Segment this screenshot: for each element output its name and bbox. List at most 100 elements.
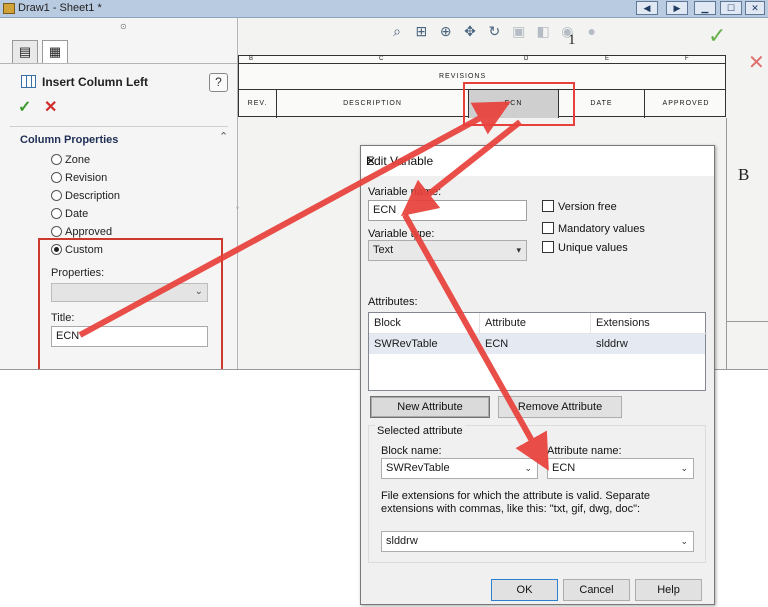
unique-values-checkbox[interactable]: Unique values (542, 241, 628, 254)
block-name-dropdown[interactable]: SWRevTable ⌄ (381, 458, 538, 479)
checkbox-icon (542, 200, 554, 212)
zone-letter: C (379, 56, 384, 62)
zoom-previous-icon[interactable]: ⊕ (437, 22, 455, 40)
edit-variable-dialog: Edit Variable ✕ Variable name: ECN Varia… (360, 145, 715, 605)
radio-revision[interactable]: Revision (51, 172, 107, 188)
cancel-button[interactable]: Cancel (563, 579, 630, 601)
zone-letter: D (524, 56, 529, 62)
grip-icon[interactable]: ⊙ (120, 22, 127, 31)
column-header-extensions[interactable]: Extensions (591, 313, 707, 334)
radio-description[interactable]: Description (51, 190, 120, 206)
attribute-name-dropdown[interactable]: ECN ⌄ (547, 458, 694, 479)
table-row[interactable]: SWRevTable ECN slddrw (369, 334, 705, 354)
radio-label: Zone (65, 154, 91, 166)
minimize-button[interactable]: ▁ (694, 1, 716, 15)
column-properties-heading: Column Properties (20, 134, 119, 146)
pm-title: Insert Column Left (42, 75, 149, 89)
appearance-icon[interactable]: ● (583, 22, 601, 40)
radio-date[interactable]: Date (51, 208, 88, 224)
attributes-label: Attributes: (368, 296, 418, 308)
display-style-icon[interactable]: ◧ (534, 22, 552, 40)
checkbox-label: Mandatory values (558, 223, 645, 235)
attribute-name-label: Attribute name: (547, 445, 622, 457)
extensions-value: slddrw (386, 535, 418, 547)
radio-icon (51, 208, 62, 219)
zone-strip: B C D E F (239, 56, 725, 64)
rotate-icon[interactable]: ↻ (485, 22, 503, 40)
ecn-highlight-box (463, 82, 575, 126)
sheet-border-line (726, 321, 768, 322)
zone-letter: F (685, 56, 689, 62)
column-description[interactable]: DESCRIPTION (277, 90, 469, 118)
help-button[interactable]: ? (209, 73, 228, 92)
radio-label: Revision (65, 172, 108, 184)
variable-type-dropdown[interactable]: Text ▾ (368, 240, 527, 261)
nav-back-button[interactable]: ◀ (636, 1, 658, 15)
divider (10, 126, 228, 127)
table-cell: SWRevTable (374, 338, 438, 350)
confirm-corner-icon[interactable]: ✓ (708, 23, 726, 49)
chevron-up-icon[interactable]: ⌃ (219, 130, 228, 143)
zoom-to-fit-icon[interactable]: ⌕ (388, 22, 406, 40)
feature-tree-icon: ▤ (18, 44, 32, 59)
extensions-dropdown[interactable]: slddrw ⌄ (381, 531, 694, 552)
tab-property-manager[interactable]: ▦ (42, 40, 68, 64)
extensions-help-text: File extensions for which the attribute … (381, 490, 651, 515)
checkbox-label: Unique values (558, 242, 628, 254)
radio-icon (51, 226, 62, 237)
checkbox-icon (542, 222, 554, 234)
checkbox-icon (542, 241, 554, 253)
property-manager-icon: ▦ (48, 44, 62, 59)
view-icon[interactable]: ▣ (510, 22, 528, 40)
cancel-x-icon[interactable]: ✕ (44, 97, 57, 117)
radio-zone[interactable]: Zone (51, 154, 90, 170)
zone-letter: E (605, 56, 610, 62)
property-manager: ⊙ ▤ ▦ Insert Column Left ? ✓ ✕ Column Pr… (0, 18, 239, 369)
variable-type-label: Variable type: (368, 228, 435, 240)
attributes-table[interactable]: Block Attribute Extensions SWRevTable EC… (368, 312, 707, 391)
radio-icon (51, 154, 62, 165)
remove-attribute-button[interactable]: Remove Attribute (498, 396, 622, 418)
variable-name-label: Variable name: (368, 186, 442, 198)
resize-handle-icon[interactable]: ◦ (236, 203, 244, 217)
ok-check-icon[interactable]: ✓ (18, 97, 31, 117)
radio-label: Approved (65, 226, 113, 238)
radio-label: Date (65, 208, 89, 220)
table-cell: ECN (485, 338, 509, 350)
ok-button[interactable]: OK (491, 579, 558, 601)
pan-icon[interactable]: ✥ (461, 22, 479, 40)
cancel-corner-icon[interactable]: ✕ (748, 50, 765, 75)
sheet-marker: 1 (568, 32, 576, 48)
nav-forward-button[interactable]: ▶ (666, 1, 688, 15)
new-attribute-button[interactable]: New Attribute (370, 396, 490, 418)
zone-letter: B (249, 56, 254, 62)
window-title: Draw1 - Sheet1 * (18, 2, 102, 14)
block-name-label: Block name: (381, 445, 442, 457)
dialog-title-bar: Edit Variable ✕ (361, 146, 714, 176)
close-window-button[interactable]: ✕ (745, 1, 765, 15)
help-dialog-button[interactable]: Help (635, 579, 702, 601)
close-icon[interactable]: ✕ (366, 154, 706, 168)
custom-highlight-box (38, 238, 223, 369)
version-free-checkbox[interactable]: Version free (542, 200, 617, 213)
mandatory-values-checkbox[interactable]: Mandatory values (542, 222, 645, 235)
sheet-border-line (726, 118, 727, 369)
maximize-button[interactable]: ☐ (720, 1, 742, 15)
radio-label: Description (65, 190, 121, 202)
radio-icon (51, 190, 62, 201)
radio-icon (51, 172, 62, 183)
column-rev[interactable]: REV. (239, 90, 277, 118)
selected-attribute-label: Selected attribute (375, 425, 465, 437)
variable-name-input[interactable]: ECN (368, 200, 527, 221)
column-header-attribute[interactable]: Attribute (480, 313, 591, 334)
tab-divider (0, 63, 238, 64)
zoom-area-icon[interactable]: ⊞ (412, 22, 430, 40)
chevron-down-icon: ⌄ (524, 463, 532, 473)
block-name-value: SWRevTable (386, 462, 450, 474)
tab-feature-manager[interactable]: ▤ (12, 40, 38, 64)
checkbox-label: Version free (558, 201, 617, 213)
border-zone-letter: B (738, 165, 750, 184)
column-approved[interactable]: APPROVED (645, 90, 727, 118)
chevron-down-icon: ▾ (516, 245, 521, 255)
column-header-block[interactable]: Block (369, 313, 480, 334)
